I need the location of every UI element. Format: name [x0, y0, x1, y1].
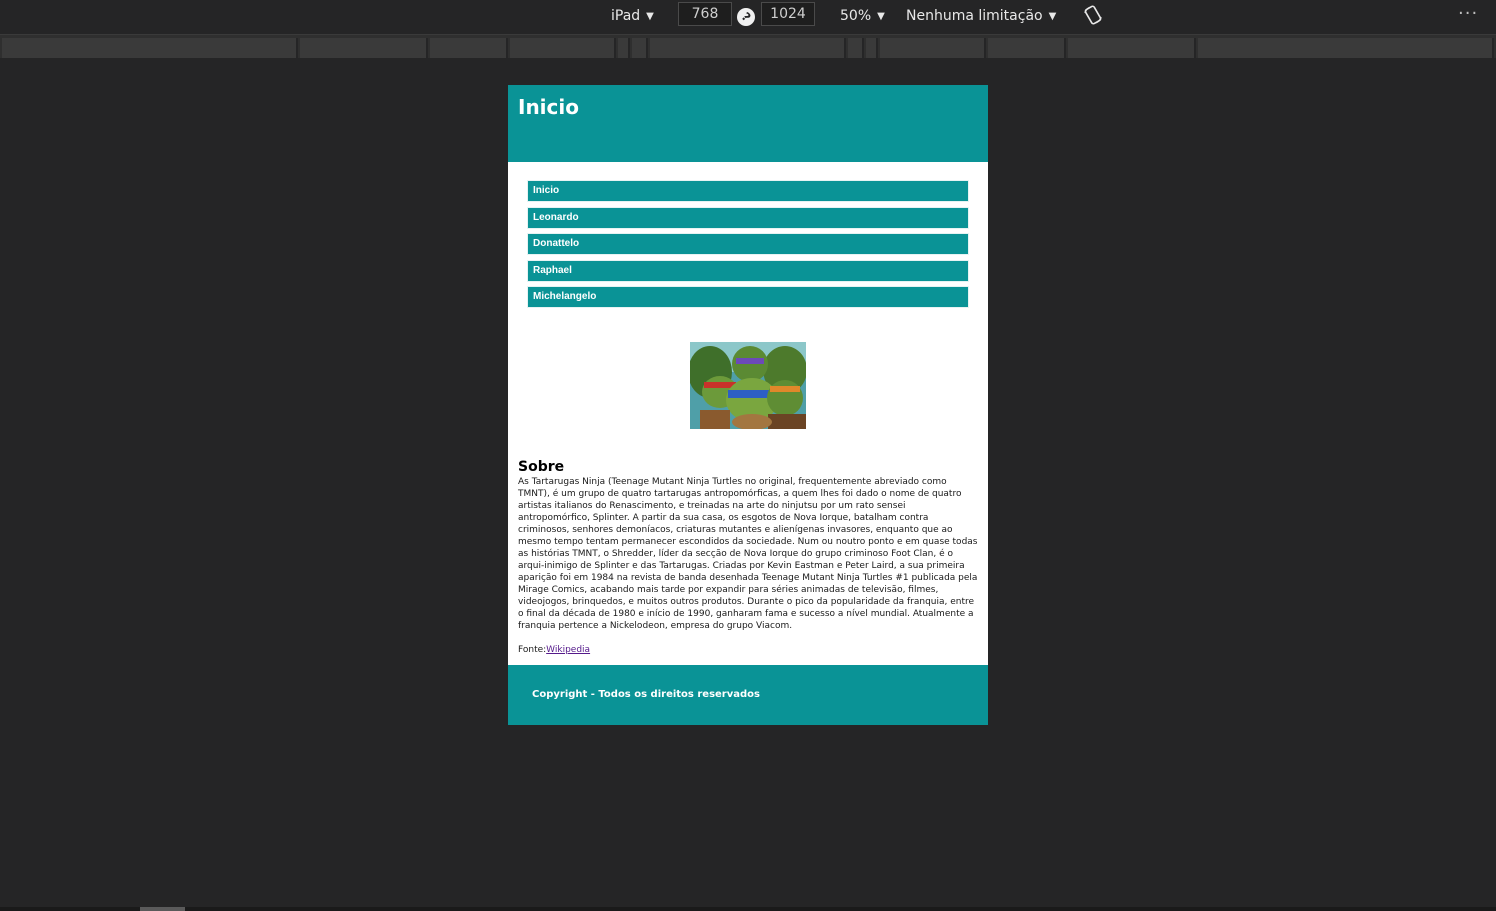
nav-item-donattelo[interactable]: Donattelo — [527, 233, 969, 255]
hero-section — [508, 313, 988, 473]
more-options-icon[interactable]: ··· — [1458, 3, 1478, 24]
site-nav: Inicio Leonardo Donattelo Raphael Michel… — [508, 162, 988, 308]
rotate-icon[interactable] — [1082, 4, 1104, 26]
source-prefix: Fonte: — [518, 645, 547, 655]
nav-item-raphael[interactable]: Raphael — [527, 259, 969, 282]
swap-dimensions-icon[interactable]: ? — [733, 4, 759, 30]
media-query-segment[interactable] — [618, 38, 630, 58]
media-query-segment[interactable] — [2, 38, 298, 58]
zoom-select[interactable]: 50% ▼ — [840, 6, 885, 26]
nav-item-leonardo[interactable]: Leonardo — [527, 206, 969, 229]
about-text: As Tartarugas Ninja (Teenage Mutant Ninj… — [518, 477, 978, 631]
chevron-down-icon: ▼ — [877, 10, 885, 22]
media-query-segment[interactable] — [300, 38, 428, 58]
media-query-segment[interactable] — [1068, 38, 1196, 58]
height-input[interactable]: 1024 — [761, 2, 815, 26]
media-query-segment[interactable] — [430, 38, 508, 58]
media-query-segment[interactable] — [880, 38, 986, 58]
site-footer: Copyright - Todos os direitos reservados — [508, 665, 988, 725]
source-line: Fonte:Wikipedia — [518, 644, 590, 656]
wikipedia-link[interactable]: Wikipedia — [546, 645, 590, 655]
device-select[interactable]: iPad ▼ — [611, 6, 654, 26]
page-title: Inicio — [518, 95, 579, 119]
turtles-image — [690, 341, 806, 429]
throttling-label: Nenhuma limitação — [906, 8, 1043, 24]
media-query-segment[interactable] — [650, 38, 846, 58]
media-query-segment[interactable] — [866, 38, 878, 58]
media-query-segment[interactable] — [510, 38, 616, 58]
width-input[interactable]: 768 — [678, 2, 732, 26]
device-label: iPad — [611, 8, 641, 24]
chevron-down-icon: ▼ — [1048, 10, 1057, 22]
media-query-segment[interactable] — [632, 38, 648, 58]
copyright-text: Copyright - Todos os direitos reservados — [532, 689, 760, 700]
device-toolbar: iPad ▼ 768 ? 1024 50% ▼ Nenhuma limitaçã… — [0, 0, 1496, 32]
nav-item-michelangelo[interactable]: Michelangelo — [527, 286, 969, 308]
media-query-bar — [0, 34, 1496, 58]
chevron-down-icon: ▼ — [646, 10, 654, 22]
bottom-scrollbar — [0, 907, 1496, 911]
throttling-select[interactable]: Nenhuma limitação ▼ — [906, 6, 1056, 26]
media-query-segment[interactable] — [988, 38, 1066, 58]
zoom-label: 50% — [840, 8, 872, 24]
site-header: Inicio — [508, 85, 988, 162]
media-query-segment[interactable] — [848, 38, 864, 58]
about-title: Sobre — [518, 459, 565, 475]
nav-item-inicio[interactable]: Inicio — [527, 180, 969, 202]
scrollbar-thumb[interactable] — [140, 907, 185, 911]
emulated-viewport: Inicio Inicio Leonardo Donattelo Raphael… — [508, 85, 988, 725]
media-query-segment[interactable] — [1198, 38, 1494, 58]
